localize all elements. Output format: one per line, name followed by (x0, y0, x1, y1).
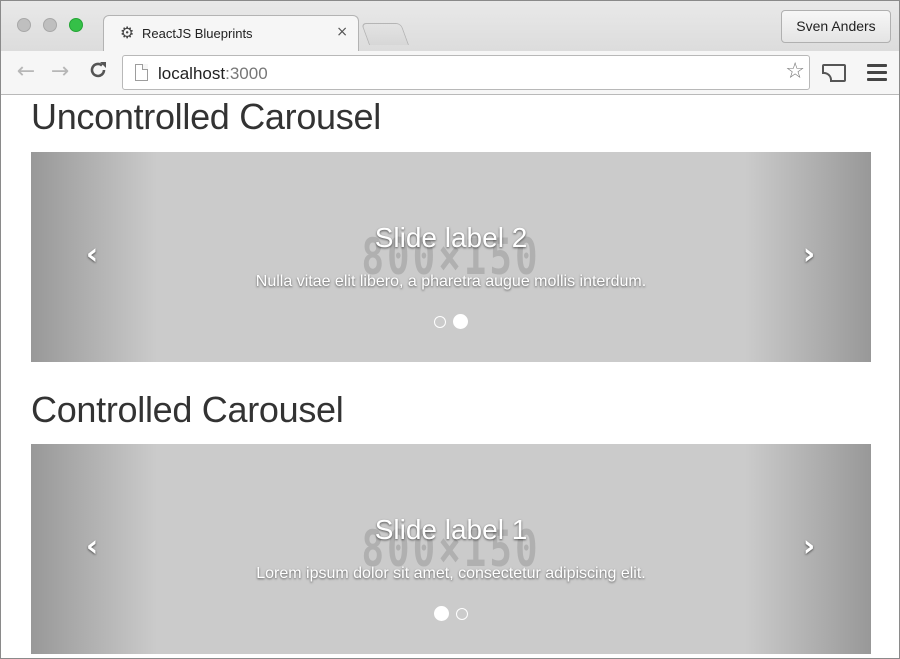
indicator-dot[interactable] (455, 607, 468, 620)
reload-icon-svg (90, 62, 106, 78)
carousel-indicators (31, 313, 871, 331)
browser-window: ⚙ ReactJS Blueprints × Sven Anders ← → l… (0, 0, 900, 659)
controlled-carousel[interactable]: 800×150 ‹ › Slide label 1 Lorem ipsum do… (31, 444, 871, 654)
slide-caption-text: Nulla vitae elit libero, a pharetra augu… (255, 273, 647, 290)
forward-arrow-icon[interactable]: → (47, 59, 73, 85)
tab-title: ReactJS Blueprints (142, 26, 253, 41)
new-tab-button[interactable] (360, 23, 410, 45)
window-close-button[interactable] (17, 18, 31, 32)
controlled-carousel-heading: Controlled Carousel (31, 389, 344, 430)
url-port: :3000 (225, 64, 268, 83)
url-host: localhost (158, 64, 226, 83)
uncontrolled-carousel[interactable]: 800×150 ‹ › Slide label 2 Nulla vitae el… (31, 152, 871, 362)
browser-toolbar: ← → localhost:3000 ☆ (1, 51, 899, 95)
tab-strip: ⚙ ReactJS Blueprints × Sven Anders (1, 1, 899, 51)
gear-icon: ⚙ (120, 23, 135, 42)
slide-caption-title: Slide label 1 (374, 514, 528, 545)
bookmark-star-icon[interactable]: ☆ (785, 59, 805, 84)
slide-caption-title: Slide label 2 (374, 222, 528, 253)
menu-icon[interactable] (867, 64, 887, 82)
cast-icon[interactable] (822, 64, 846, 82)
window-maximize-button[interactable] (69, 18, 83, 32)
uncontrolled-carousel-heading: Uncontrolled Carousel (31, 96, 381, 137)
profile-button[interactable]: Sven Anders (781, 10, 891, 43)
reload-icon[interactable] (85, 59, 111, 85)
carousel-indicators (31, 605, 871, 623)
indicator-dot-active[interactable] (452, 314, 468, 330)
indicator-dot[interactable] (434, 315, 447, 328)
back-arrow-icon[interactable]: ← (13, 59, 39, 85)
slide-caption-text: Lorem ipsum dolor sit amet, consectetur … (256, 565, 646, 582)
indicator-dot-active[interactable] (434, 606, 450, 622)
address-bar[interactable]: localhost:3000 ☆ (122, 55, 810, 90)
url-text[interactable]: localhost:3000 (158, 64, 268, 84)
page-content: Uncontrolled Carousel 800×150 ‹ › Slide … (1, 96, 899, 658)
window-minimize-button[interactable] (43, 18, 57, 32)
page-icon (135, 64, 148, 81)
browser-tab-active[interactable]: ⚙ ReactJS Blueprints × (103, 15, 359, 51)
tab-close-icon[interactable]: × (336, 24, 348, 40)
